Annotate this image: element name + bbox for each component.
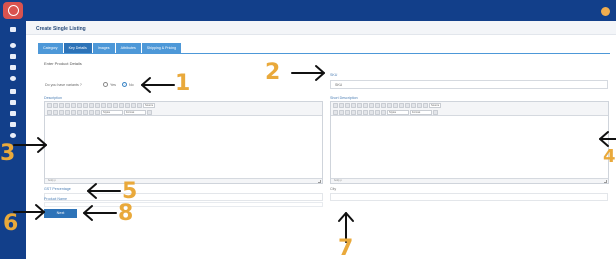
arrow-6 [13, 204, 45, 220]
arrow-3 [13, 137, 47, 153]
annotation-8: 8 [118, 201, 134, 226]
arrow-1 [141, 77, 175, 93]
annotation-arrows [13, 65, 616, 243]
arrow-2 [291, 65, 325, 81]
annotation-6: 6 [3, 211, 19, 236]
annotation-5: 5 [122, 179, 138, 204]
arrow-4 [599, 131, 616, 147]
arrow-5 [87, 183, 121, 199]
annotation-7: 7 [338, 236, 354, 259]
annotation-4: 4 [603, 146, 616, 167]
arrow-8 [83, 205, 117, 221]
annotation-3: 3 [0, 141, 16, 166]
annotation-1: 1 [175, 71, 191, 96]
annotation-2: 2 [265, 60, 281, 85]
